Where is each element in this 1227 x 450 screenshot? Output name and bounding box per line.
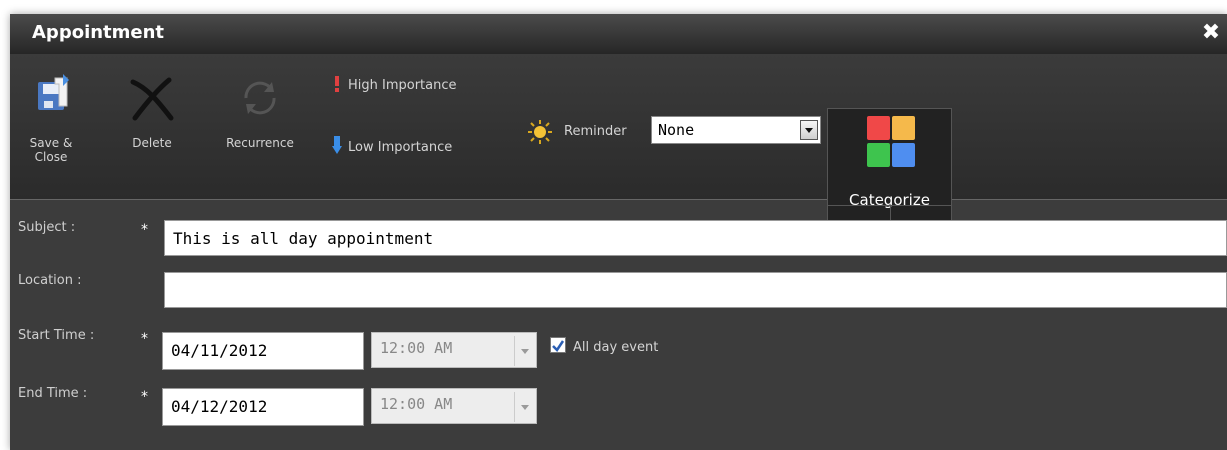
chevron-down-icon: [805, 128, 813, 133]
all-day-event-checkbox[interactable]: [550, 337, 566, 353]
start-time-value: 12:00 AM: [380, 339, 453, 357]
end-time-required-marker: *: [141, 389, 148, 405]
ribbon-toolbar: Save & Close Delete Recurrence High Impo…: [10, 54, 1227, 235]
save-icon: [35, 74, 71, 117]
categorize-icon: [866, 115, 916, 173]
reminder-dropdown[interactable]: None: [651, 116, 821, 144]
start-time-required-marker: *: [141, 331, 148, 347]
checkmark-icon: [552, 340, 565, 352]
dialog-title: Appointment: [32, 22, 165, 43]
all-day-event-label: All day event: [573, 340, 659, 355]
low-importance-label: Low Importance: [348, 140, 453, 155]
high-importance-label: High Importance: [348, 78, 457, 93]
location-label: Location :: [18, 273, 82, 288]
close-icon: ✖: [1201, 20, 1221, 45]
subject-input[interactable]: This is all day appointment: [164, 220, 1227, 256]
reminder-label: Reminder: [564, 124, 627, 139]
recurrence-icon: [236, 76, 284, 123]
start-time-picker[interactable]: 12:00 AM: [371, 332, 537, 368]
close-button[interactable]: ✖: [1199, 20, 1223, 46]
low-importance-icon: [332, 136, 342, 154]
title-bar: Appointment ✖: [10, 14, 1227, 54]
start-time-dropdown-arrow[interactable]: [514, 336, 534, 366]
save-close-label: Save & Close: [29, 136, 73, 164]
end-time-dropdown-arrow[interactable]: [514, 392, 534, 422]
delete-x-icon: [129, 74, 177, 125]
appointment-form: Subject : * This is all day appointment …: [10, 200, 1227, 450]
reminder-value: None: [658, 121, 695, 139]
end-time-value: 12:00 AM: [380, 395, 453, 413]
low-importance-button[interactable]: Low Importance: [332, 136, 452, 155]
end-time-label: End Time :: [18, 386, 88, 401]
start-date-input[interactable]: 04/11/2012: [162, 332, 364, 370]
end-date-input[interactable]: 04/12/2012: [162, 388, 364, 426]
high-importance-button[interactable]: High Importance: [332, 76, 457, 93]
location-input[interactable]: [164, 272, 1227, 308]
appointment-dialog: Appointment ✖ Save & Close Delete Recurr…: [10, 14, 1227, 450]
end-time-picker[interactable]: 12:00 AM: [371, 388, 537, 424]
high-importance-icon: [335, 76, 339, 92]
start-time-label: Start Time :: [18, 328, 95, 343]
reminder-dropdown-arrow[interactable]: [800, 120, 818, 140]
recurrence-label: Recurrence: [226, 136, 294, 150]
delete-label: Delete: [132, 136, 172, 150]
subject-required-marker: *: [141, 222, 148, 238]
reminder-bell-icon: [526, 120, 554, 148]
subject-label: Subject :: [18, 220, 76, 235]
